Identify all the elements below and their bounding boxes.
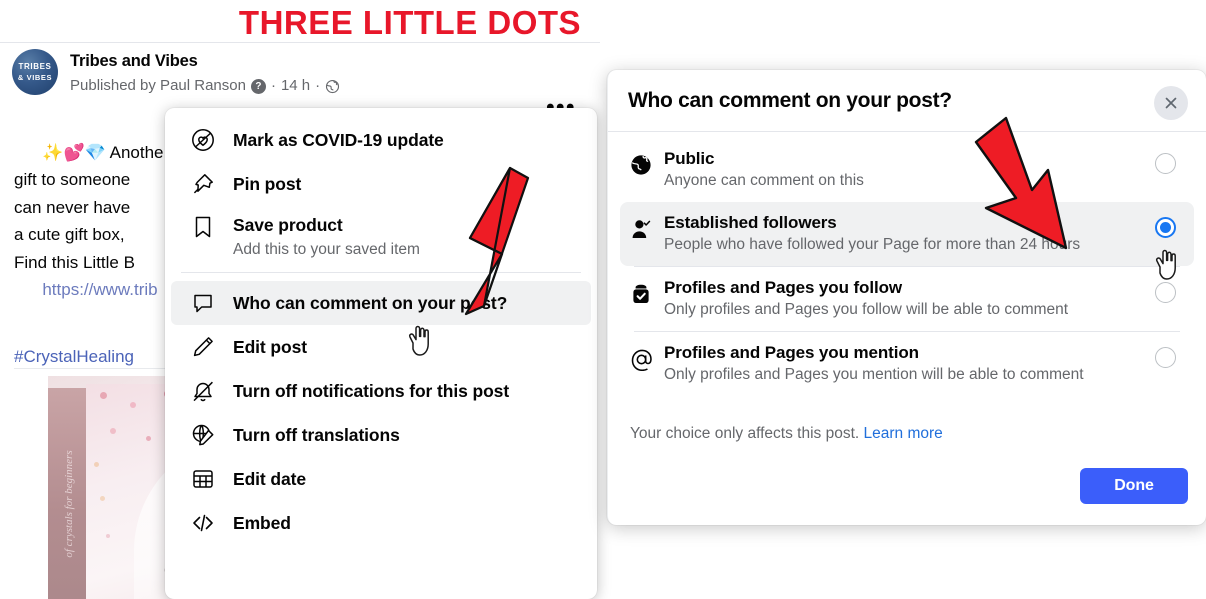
person-check-icon (630, 212, 664, 240)
menu-item-embed[interactable]: Embed (171, 501, 591, 545)
book-spine-text: of crystals for beginners (63, 450, 75, 558)
radio-profiles-you-follow[interactable] (1155, 282, 1176, 303)
menu-item-who-can-comment[interactable]: Who can comment on your post? (171, 281, 591, 325)
option-text: Public Anyone can comment on this (664, 148, 1155, 192)
avatar[interactable]: TRIBES & VIBES (12, 49, 58, 95)
post-url-link[interactable]: https://www.trib (42, 280, 157, 299)
menu-item-edit-post[interactable]: Edit post (171, 325, 591, 369)
menu-item-edit-date[interactable]: Edit date (171, 457, 591, 501)
learn-more-link[interactable]: Learn more (864, 425, 943, 442)
menu-item-label: Turn off translations (233, 425, 400, 445)
close-icon[interactable] (1154, 86, 1188, 120)
option-public[interactable]: Public Anyone can comment on this (620, 138, 1194, 202)
globe-icon[interactable] (325, 79, 340, 94)
meta-separator-2: · (315, 77, 321, 94)
translate-globe-icon (189, 421, 217, 449)
at-sign-icon (630, 342, 664, 371)
book-spine: of crystals for beginners (48, 388, 86, 599)
option-text: Profiles and Pages you mention Only prof… (664, 342, 1155, 386)
menu-item-sublabel: Add this to your saved item (233, 241, 420, 258)
option-title: Public (664, 149, 715, 168)
radio-public[interactable] (1155, 153, 1176, 174)
menu-item-turn-off-translations[interactable]: Turn off translations (171, 413, 591, 457)
bell-off-icon (189, 377, 217, 405)
annotation-title: THREE LITTLE DOTS (238, 4, 582, 41)
option-description: Only profiles and Pages you mention will… (664, 366, 1084, 383)
post-options-menu: Mark as COVID-19 update Pin post Save pr… (165, 108, 597, 599)
meta-separator-1: · (270, 77, 276, 94)
pencil-icon (189, 333, 217, 361)
option-profiles-you-follow[interactable]: Profiles and Pages you follow Only profi… (620, 267, 1194, 331)
option-description: People who have followed your Page for m… (664, 236, 1081, 253)
verified-badge-icon[interactable]: ? (250, 78, 266, 94)
option-title: Established followers (664, 213, 837, 232)
done-button[interactable]: Done (1080, 468, 1188, 504)
footer-note-text: Your choice only affects this post. (630, 425, 860, 442)
option-text: Established followers People who have fo… (664, 212, 1155, 256)
dialog-footer-note: Your choice only affects this post. Lear… (630, 425, 943, 443)
option-description: Anyone can comment on this (664, 172, 864, 189)
menu-item-save-product[interactable]: Save product Add this to your saved item (171, 206, 591, 264)
covid-heart-icon (189, 126, 217, 154)
menu-item-label: Mark as COVID-19 update (233, 130, 444, 150)
post-meta: Published by Paul Ranson ? · 14 h · (70, 75, 340, 97)
option-title: Profiles and Pages you mention (664, 343, 919, 362)
menu-item-label: Embed (233, 513, 291, 533)
avatar-line-1: TRIBES (18, 62, 52, 71)
post-text: ✨💕💎 Anothe gift to someone can never hav… (14, 142, 164, 272)
published-by-label: Published by Paul Ranson (70, 77, 246, 94)
menu-item-mark-covid-update[interactable]: Mark as COVID-19 update (171, 118, 591, 162)
dialog-title: Who can comment on your post? (628, 88, 952, 112)
menu-item-turn-off-notifications[interactable]: Turn off notifications for this post (171, 369, 591, 413)
audience-options-list: Public Anyone can comment on this Establ… (608, 132, 1206, 396)
post-header: TRIBES & VIBES Tribes and Vibes Publishe… (12, 49, 340, 97)
menu-item-label: Who can comment on your post? (233, 293, 508, 313)
radio-profiles-you-mention[interactable] (1155, 347, 1176, 368)
menu-item-label: Edit post (233, 337, 307, 357)
menu-item-label: Edit date (233, 469, 306, 489)
option-title: Profiles and Pages you follow (664, 278, 902, 297)
menu-item-label: Pin post (233, 174, 302, 194)
who-can-comment-dialog: Who can comment on your post? Public Any… (607, 70, 1206, 525)
globe-icon (630, 148, 664, 176)
pin-icon (189, 170, 217, 198)
radio-established-followers[interactable] (1155, 217, 1176, 238)
calendar-grid-icon (189, 465, 217, 493)
dialog-header: Who can comment on your post? (608, 70, 1206, 132)
post-timestamp[interactable]: 14 h (281, 75, 310, 97)
page-name[interactable]: Tribes and Vibes (70, 50, 340, 72)
menu-divider (181, 272, 581, 273)
menu-item-label: Save product (233, 215, 343, 235)
option-established-followers[interactable]: Established followers People who have fo… (620, 202, 1194, 266)
bookmark-icon (189, 213, 217, 241)
post-header-text: Tribes and Vibes Published by Paul Ranso… (70, 49, 340, 97)
menu-item-pin-post[interactable]: Pin post (171, 162, 591, 206)
option-profiles-you-mention[interactable]: Profiles and Pages you mention Only prof… (620, 332, 1194, 396)
comment-bubble-icon (189, 289, 217, 317)
screenshot-root: THREE LITTLE DOTS TRIBES & VIBES Tribes … (0, 0, 1206, 599)
menu-item-label: Turn off notifications for this post (233, 381, 510, 401)
option-description: Only profiles and Pages you follow will … (664, 301, 1069, 318)
bag-check-icon (630, 277, 664, 305)
option-text: Profiles and Pages you follow Only profi… (664, 277, 1155, 321)
code-embed-icon (189, 509, 217, 537)
avatar-line-2: & VIBES (17, 73, 53, 82)
